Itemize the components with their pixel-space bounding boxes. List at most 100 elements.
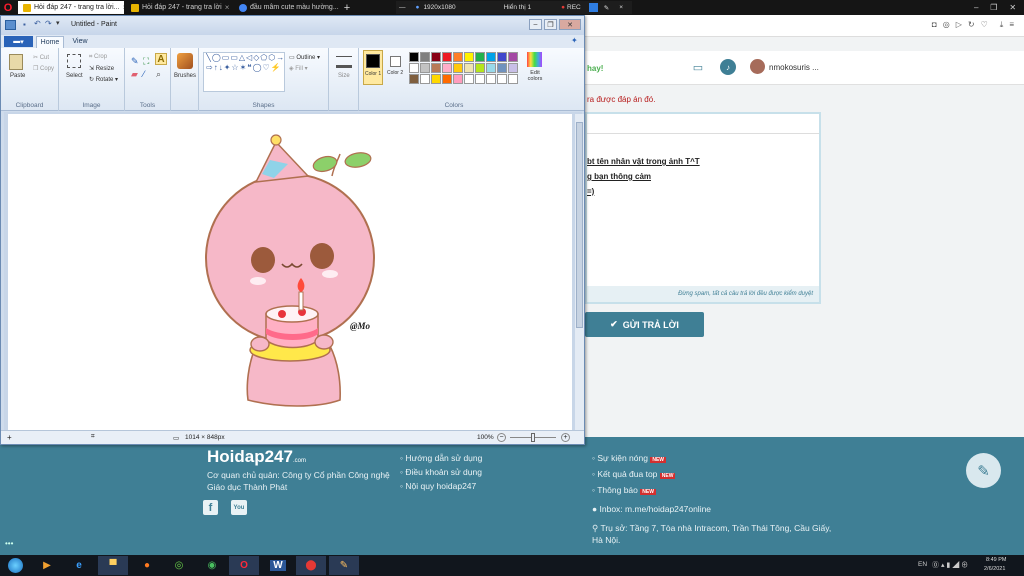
recorder-rec-label[interactable]: REC <box>567 4 581 11</box>
color1-button[interactable]: Color 1 <box>363 50 383 85</box>
recorder-resolution[interactable]: 1920x1080 <box>423 4 455 11</box>
color-swatch[interactable] <box>420 52 430 62</box>
chrome-icon[interactable]: ◉ <box>197 556 227 575</box>
resize-button[interactable]: ⇲ Resize <box>89 65 114 72</box>
color-swatch[interactable] <box>486 74 496 84</box>
color-swatch[interactable] <box>497 74 507 84</box>
play-icon[interactable]: ▷ <box>956 20 962 30</box>
help-icon[interactable]: ✦ <box>571 36 578 45</box>
language-indicator[interactable]: EN <box>918 561 927 568</box>
recorder-display[interactable]: Hiển thị 1 <box>504 4 531 11</box>
zoom-in-button[interactable]: + <box>561 433 570 442</box>
color-swatch[interactable] <box>442 74 452 84</box>
start-button[interactable] <box>0 556 30 575</box>
color-swatch[interactable] <box>431 52 441 62</box>
color-swatch[interactable] <box>508 52 518 62</box>
select-icon[interactable] <box>67 54 81 68</box>
minimize-recorder-icon[interactable]: — <box>399 4 406 11</box>
color-swatch[interactable] <box>409 63 419 73</box>
footer-logo[interactable]: Hoidap247.com <box>207 447 306 467</box>
browser-tab-2[interactable]: Hỏi đáp 247 - trang tra lời × <box>126 1 232 14</box>
edit-colors-button[interactable]: Edit colors <box>524 70 546 82</box>
outline-button[interactable]: ▭ Outline ▾ <box>289 54 320 61</box>
facebook-icon[interactable]: f <box>203 500 218 515</box>
footer-inbox[interactable]: ● Inbox: m.me/hoidap247online <box>592 504 711 514</box>
quick-access-dropdown-icon[interactable]: ▾ <box>56 19 60 27</box>
color-swatch[interactable] <box>442 52 452 62</box>
sync-app-icon[interactable]: ◎ <box>164 556 194 575</box>
drawing-canvas[interactable]: @Mo <box>8 114 584 432</box>
color-swatch[interactable] <box>409 74 419 84</box>
color-swatch[interactable] <box>464 74 474 84</box>
color-swatch[interactable] <box>486 52 496 62</box>
color-swatch[interactable] <box>453 74 463 84</box>
clock-time[interactable]: 8:49 PM <box>986 557 1006 563</box>
rotate-button[interactable]: ↻ Rotate ▾ <box>89 76 118 83</box>
close-tab-icon[interactable]: × <box>123 3 124 12</box>
footer-link[interactable]: ◦ Kết quả đua top NEW <box>592 467 676 483</box>
color-swatch[interactable] <box>420 74 430 84</box>
opera-logo-icon[interactable]: O <box>2 1 14 14</box>
redo-icon[interactable]: ↷ <box>45 19 52 28</box>
vertical-scrollbar[interactable] <box>575 114 584 432</box>
fill-bucket-icon[interactable]: ⛶ <box>143 56 149 67</box>
brush-icon[interactable] <box>177 53 193 69</box>
close-icon[interactable]: ✕ <box>1009 3 1016 12</box>
firefox-icon[interactable]: ● <box>132 556 162 575</box>
color-swatch[interactable] <box>431 63 441 73</box>
footer-link[interactable]: ◦ Điều khoản sử dụng <box>400 465 482 479</box>
reload-icon[interactable]: ↻ <box>968 20 975 30</box>
color-swatch[interactable] <box>497 52 507 62</box>
pencil-icon[interactable]: ✎ <box>131 56 139 67</box>
footer-link[interactable]: ◦ Thông báo NEW <box>592 483 675 499</box>
more-icon[interactable]: ••• <box>5 539 13 548</box>
footer-link[interactable]: ◦ Hướng dẫn sử dụng <box>400 451 482 465</box>
tab-view[interactable]: View <box>68 36 92 47</box>
brushes-button[interactable]: Brushes <box>174 73 196 79</box>
zoom-slider[interactable] <box>510 433 556 442</box>
browser-tab-3[interactable]: đầu mâm cute màu hường... × <box>234 1 340 14</box>
color2-button[interactable]: Color 2 <box>386 50 406 85</box>
tray-icons[interactable]: ⓪ ▴ ▮ ◢ ⊕ <box>932 560 968 570</box>
recorder-taskbar-icon[interactable]: ⬤ <box>296 556 326 575</box>
fill-button[interactable]: ◈ Fill ▾ <box>289 65 308 72</box>
submit-answer-button[interactable]: ✔ GỬI TRẢ LỜI <box>585 312 704 337</box>
browser-tab-1[interactable]: Hỏi đáp 247 - trang tra lời... × <box>18 1 124 14</box>
word-icon[interactable]: W <box>263 556 293 575</box>
copy-button[interactable]: ❐ Copy <box>33 65 54 72</box>
color-swatch[interactable] <box>420 63 430 73</box>
footer-link[interactable]: ◦ Sự kiện nóng NEW <box>592 451 675 467</box>
color-swatch[interactable] <box>475 74 485 84</box>
edit-colors-icon[interactable] <box>527 52 542 67</box>
cut-button[interactable]: ✂ Cut <box>33 54 49 61</box>
maximize-button[interactable]: ❐ <box>544 19 557 30</box>
eraser-icon[interactable]: ▰ <box>131 69 138 80</box>
heart-icon[interactable]: ♡ <box>981 20 988 30</box>
file-explorer-icon[interactable]: ▀ <box>98 556 128 575</box>
paint-taskbar-icon[interactable]: ✎ <box>329 556 359 575</box>
color-swatch[interactable] <box>475 52 485 62</box>
answer-editor[interactable]: bt tên nhân vật trong ảnh T^T g bạn thôn… <box>585 112 821 304</box>
youtube-icon[interactable]: You <box>231 500 247 515</box>
crop-button[interactable]: ⌗ Crop <box>89 54 107 61</box>
username[interactable]: nmokosuris ... <box>769 63 819 72</box>
magnifier-icon[interactable]: ⌕ <box>156 69 161 80</box>
recorder-window-icon[interactable] <box>588 3 598 12</box>
color-swatch[interactable] <box>497 63 507 73</box>
color-swatch[interactable] <box>442 63 452 73</box>
avatar[interactable] <box>750 59 765 74</box>
shield-icon[interactable]: ◎ <box>943 20 950 30</box>
chat-icon[interactable]: ▭ <box>691 60 705 74</box>
minimize-icon[interactable]: – <box>974 3 978 12</box>
paste-button[interactable]: Paste <box>10 73 25 79</box>
text-tool-icon[interactable]: A <box>155 53 167 65</box>
color-picker-icon[interactable]: ⁄ <box>143 69 145 79</box>
close-button[interactable]: ✕ <box>559 19 581 30</box>
shapes-gallery[interactable]: ╲◯▭▭△◁◇⬠⬡→ ⇨↑↓✦☆✶❝◯♡⚡ <box>203 52 285 92</box>
restore-icon[interactable]: ❐ <box>990 3 997 12</box>
color-swatch[interactable] <box>464 52 474 62</box>
internet-explorer-icon[interactable]: e <box>64 556 94 575</box>
bell-icon[interactable]: ♪ <box>720 59 736 75</box>
color-swatch[interactable] <box>453 52 463 62</box>
clock-date[interactable]: 2/6/2021 <box>984 566 1005 572</box>
